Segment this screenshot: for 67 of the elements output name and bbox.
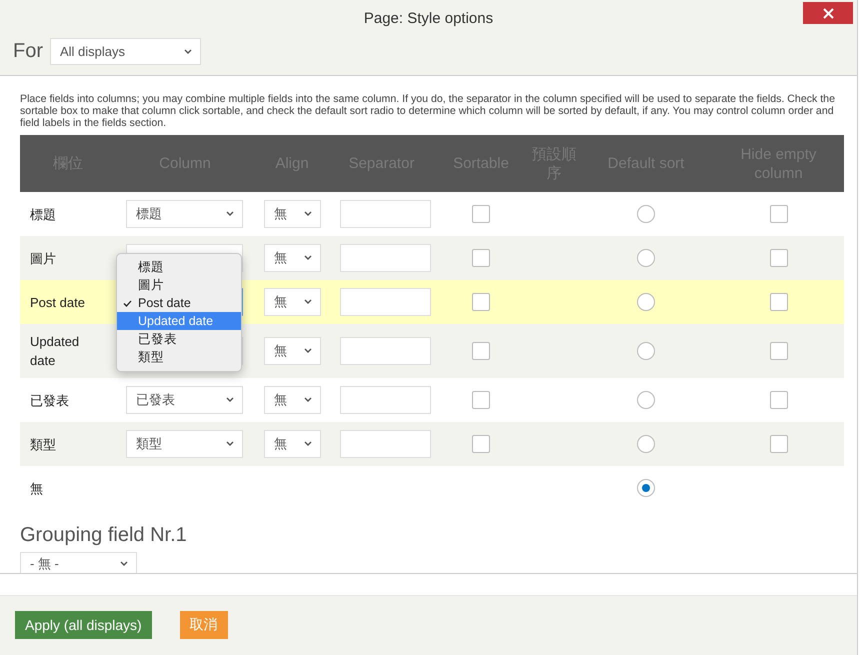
menu-item[interactable]: Updated date <box>117 312 241 330</box>
sortable-checkbox[interactable] <box>472 205 490 223</box>
sortable-checkbox[interactable] <box>472 435 490 453</box>
hide-empty-checkbox[interactable] <box>770 391 788 409</box>
default-sort-radio[interactable] <box>637 342 655 360</box>
align-select[interactable]: 無 <box>264 386 321 414</box>
menu-item[interactable]: Post date <box>117 294 241 312</box>
for-label: For <box>13 40 43 63</box>
chevron-down-icon <box>304 211 312 217</box>
column-select[interactable]: 類型 <box>126 430 243 458</box>
align-select[interactable]: 無 <box>264 337 321 365</box>
default-sort-radio[interactable] <box>637 479 655 497</box>
field-label: 無 <box>30 480 43 498</box>
align-select[interactable]: 無 <box>264 200 321 228</box>
grouping-title: Grouping field Nr.1 <box>20 524 188 547</box>
separator-input[interactable] <box>340 430 431 458</box>
chevron-down-icon <box>304 255 312 261</box>
hide-empty-checkbox[interactable] <box>770 342 788 360</box>
hide-empty-checkbox[interactable] <box>770 293 788 311</box>
default-sort-radio[interactable] <box>637 205 655 223</box>
default-sort-radio[interactable] <box>637 293 655 311</box>
chevron-down-icon <box>184 48 192 54</box>
separator-input[interactable] <box>340 386 431 414</box>
chevron-down-icon <box>304 348 312 354</box>
field-label: 類型 <box>30 436 56 454</box>
hide-empty-checkbox[interactable] <box>770 435 788 453</box>
menu-item[interactable]: 類型 <box>117 348 241 366</box>
chevron-down-icon <box>304 299 312 305</box>
chevron-down-icon <box>226 441 234 447</box>
sortable-checkbox[interactable] <box>472 391 490 409</box>
menu-item[interactable]: 標題 <box>117 258 241 276</box>
default-sort-radio[interactable] <box>637 435 655 453</box>
default-sort-radio[interactable] <box>637 391 655 409</box>
display-select[interactable]: All displays <box>50 38 201 65</box>
menu-item[interactable]: 已發表 <box>117 330 241 348</box>
apply-button[interactable]: Apply (all displays) <box>15 610 152 638</box>
column-select[interactable]: 已發表 <box>126 386 243 414</box>
grouping-select[interactable]: - 無 - <box>20 552 137 573</box>
close-icon <box>822 8 834 18</box>
separator-input[interactable] <box>340 337 431 365</box>
chevron-down-icon <box>120 561 128 567</box>
separator-input[interactable] <box>340 200 431 228</box>
sortable-checkbox[interactable] <box>472 293 490 311</box>
chevron-down-icon <box>304 397 312 403</box>
chevron-down-icon <box>304 441 312 447</box>
align-select[interactable]: 無 <box>264 430 321 458</box>
field-label: Post date <box>30 294 85 312</box>
description-text: Place fields into columns; you may combine multiple fields into the same column. If you do, the separator in the column specified will be used to separate the fields. Check the sortable box to make that column click sortable, and check the default sort radio to determine which column will be sorted by default, if any. You may control column order and field labels in the fields section. <box>20 93 836 129</box>
dialog-title: Page: Style options <box>362 9 494 29</box>
align-select[interactable]: 無 <box>264 244 321 272</box>
field-label: 圖片 <box>30 250 56 268</box>
separator-input[interactable] <box>340 288 431 316</box>
column-select[interactable]: 標題 <box>126 200 243 228</box>
separator-input[interactable] <box>340 244 431 272</box>
field-label: 標題 <box>30 206 56 224</box>
chevron-down-icon <box>226 211 234 217</box>
sortable-checkbox[interactable] <box>472 342 490 360</box>
align-select[interactable]: 無 <box>264 288 321 316</box>
default-sort-radio[interactable] <box>637 249 655 267</box>
menu-item[interactable]: 圖片 <box>117 276 241 294</box>
field-label: Updated date <box>30 333 80 370</box>
sortable-checkbox[interactable] <box>472 249 490 267</box>
field-label: 已發表 <box>30 392 69 410</box>
close-button[interactable] <box>803 2 853 24</box>
hide-empty-checkbox[interactable] <box>770 205 788 223</box>
chevron-down-icon <box>226 397 234 403</box>
hide-empty-checkbox[interactable] <box>770 249 788 267</box>
